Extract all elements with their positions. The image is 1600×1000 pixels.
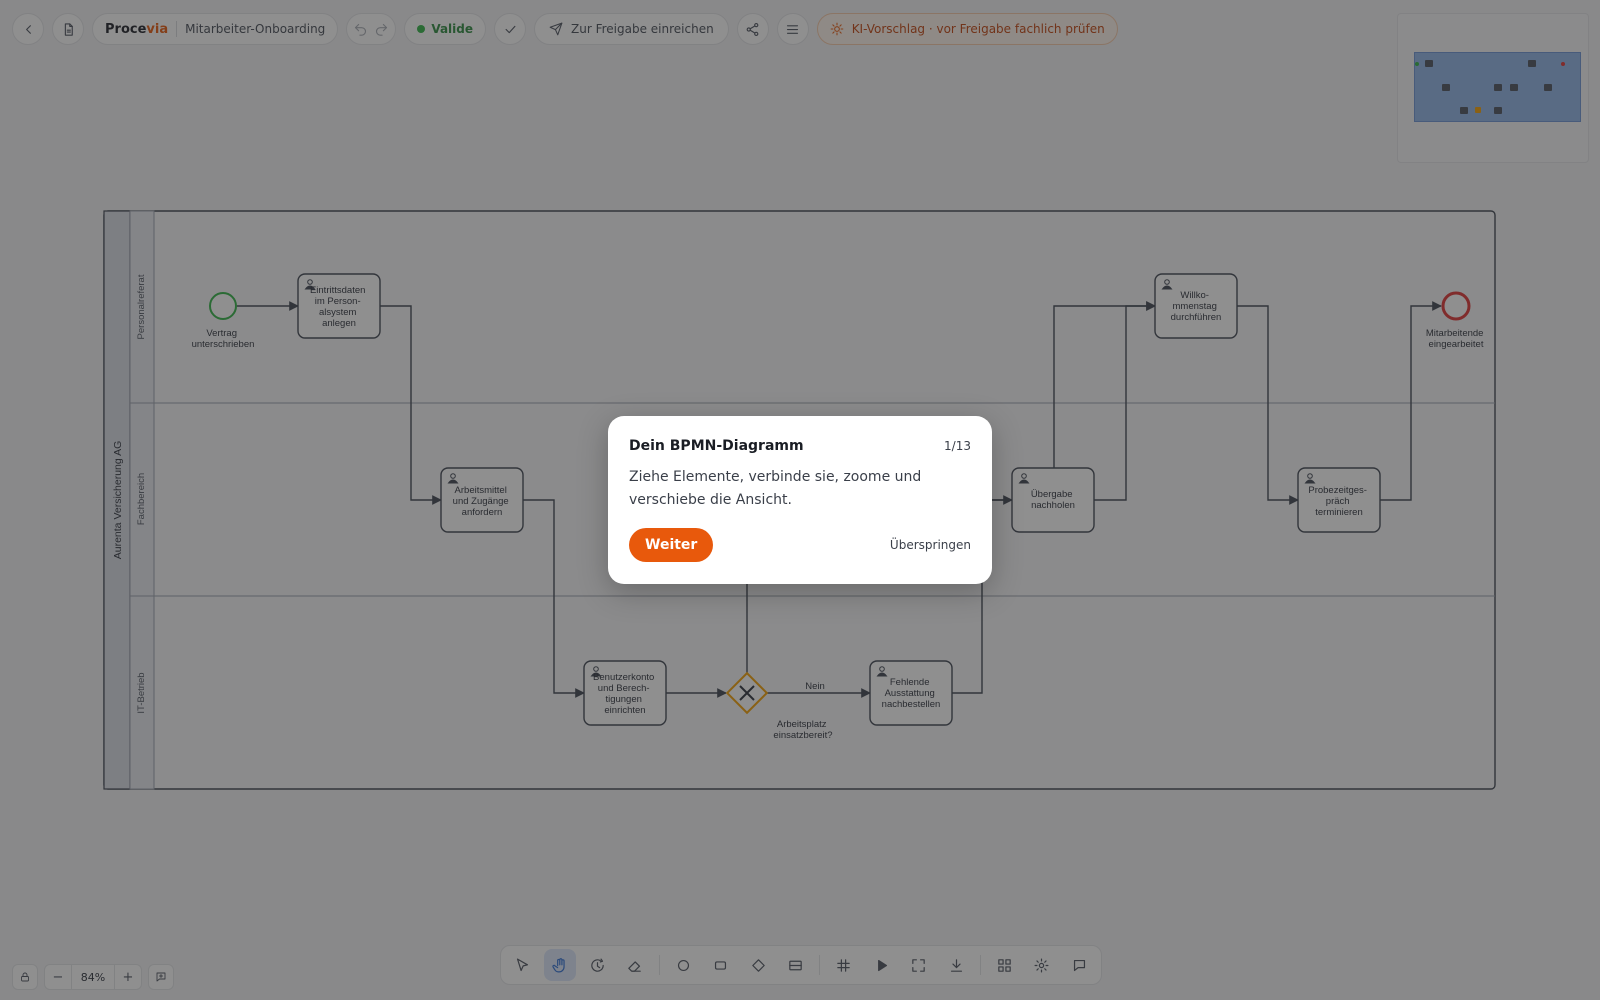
task-fehlende-ausstattung[interactable]: Fehlende Ausstattung nachbestellen	[869, 660, 953, 726]
zoom-group: − 84% +	[44, 964, 142, 990]
gateway-tool[interactable]	[742, 949, 773, 981]
chevron-left-icon	[25, 24, 31, 34]
undo-icon[interactable]	[353, 22, 368, 37]
task-arbeitsmittel[interactable]: Arbeitsmittel und Zugänge anfordern	[440, 467, 524, 533]
top-toolbar: Procevia Mitarbeiter-Onboarding Valide Z…	[12, 13, 1118, 45]
comment-icon	[1073, 959, 1085, 971]
sun-icon	[830, 22, 844, 36]
download-icon	[950, 958, 962, 972]
lane-tool[interactable]	[780, 949, 811, 981]
tool-palette	[500, 945, 1102, 985]
skip-button[interactable]: Überspringen	[890, 538, 971, 552]
simulate-button[interactable]	[866, 949, 897, 981]
task-benutzerkonto[interactable]: Benutzerkonto und Berech- tigungen einri…	[583, 660, 667, 726]
hand-tool[interactable]	[544, 949, 576, 981]
onboarding-tour-dialog: Dein BPMN-Diagramm 1/13 Ziehe Elemente, …	[608, 416, 992, 584]
lasso-icon	[591, 958, 604, 972]
redo-icon[interactable]	[374, 22, 389, 37]
svg-text:Fehlende Ausstattung: Fehlende Ausstattung nachbestellen	[882, 677, 941, 710]
start-event[interactable]	[209, 292, 237, 320]
circle-icon	[677, 959, 689, 971]
end-event[interactable]	[1441, 291, 1471, 321]
export-button[interactable]	[940, 949, 971, 981]
share-button[interactable]	[736, 13, 769, 45]
grid-toggle[interactable]	[828, 949, 859, 981]
comments-button[interactable]	[1064, 949, 1095, 981]
validation-status[interactable]: Valide	[404, 13, 486, 45]
gear-icon	[1034, 958, 1049, 972]
document-button[interactable]	[52, 13, 84, 45]
lane-label-it-betrieb: IT-Betrieb	[136, 672, 147, 713]
menu-icon	[787, 24, 799, 34]
fullscreen-icon	[912, 958, 926, 972]
rectangle-icon	[715, 960, 727, 970]
zoom-out-button[interactable]: −	[45, 965, 71, 989]
lock-button[interactable]	[12, 964, 38, 990]
lock-icon	[21, 972, 29, 982]
undo-redo-group	[346, 13, 397, 45]
lane-icon	[789, 960, 802, 970]
tour-body: Ziehe Elemente, verbinde sie, zoome und …	[629, 469, 922, 508]
share-icon	[746, 22, 759, 36]
hand-icon	[551, 957, 565, 972]
task-eintrittsdaten[interactable]: Eintrittsdaten im Person- alsystem anleg…	[297, 273, 381, 339]
menu-button[interactable]	[776, 13, 809, 45]
eraser-icon	[628, 960, 642, 972]
submit-for-approval-button[interactable]: Zur Freigabe einreichen	[534, 13, 729, 45]
send-icon	[549, 22, 563, 36]
brand-logo: Procevia	[105, 21, 169, 37]
next-button[interactable]: Weiter	[629, 528, 714, 562]
ai-suggestion-badge[interactable]: KI-Vorschlag · vor Freigabe fachlich prü…	[816, 13, 1118, 45]
task-probezeitgespraech[interactable]: Probezeitges- präch terminieren	[1297, 467, 1381, 533]
pool-label: Aurenta Versicherung AG	[112, 441, 124, 560]
back-button[interactable]	[12, 13, 44, 45]
gateway-label: Arbeitsplatz einsatzbereit?	[773, 719, 832, 741]
task-tool[interactable]	[705, 949, 736, 981]
diamond-icon	[751, 958, 765, 972]
lasso-tool[interactable]	[582, 949, 613, 981]
flow-label-no: Nein	[805, 681, 825, 692]
play-icon	[877, 959, 887, 971]
tour-step-counter: 1/13	[944, 439, 971, 453]
end-event-label: Mitarbeitende eingearbeitet	[1426, 328, 1486, 350]
minimap[interactable]	[1397, 13, 1589, 163]
validate-button[interactable]	[494, 13, 526, 45]
document-name[interactable]: Mitarbeiter-Onboarding	[185, 22, 325, 36]
brand-title-pill: Procevia Mitarbeiter-Onboarding	[92, 13, 339, 45]
fit-view-button[interactable]	[903, 949, 934, 981]
svg-text:Übergabe nachholen: Übergabe nachholen	[1031, 489, 1075, 511]
event-tool[interactable]	[668, 949, 699, 981]
task-uebergabe[interactable]: Übergabe nachholen	[1011, 467, 1095, 533]
tour-title: Dein BPMN-Diagramm	[629, 438, 804, 454]
lane-label-personalreferat: Personalreferat	[136, 274, 147, 339]
task-willkommenstag[interactable]: Willko- mmenstag durchführen	[1154, 273, 1238, 339]
select-tool[interactable]	[507, 949, 538, 981]
zoom-controls: − 84% +	[12, 964, 174, 990]
layout-button[interactable]	[989, 949, 1020, 981]
lane-label-fachbereich: Fachbereich	[136, 473, 147, 525]
cursor-icon	[517, 958, 529, 971]
document-icon	[64, 22, 73, 36]
eraser-tool[interactable]	[619, 949, 650, 981]
apps-icon	[998, 958, 1011, 972]
grid-icon	[837, 958, 851, 972]
settings-button[interactable]	[1026, 949, 1057, 981]
status-dot	[417, 25, 426, 33]
check-icon	[505, 25, 515, 33]
add-comment-button[interactable]	[148, 964, 174, 990]
comment-plus-icon	[156, 972, 166, 982]
zoom-in-button[interactable]: +	[115, 965, 141, 989]
zoom-level[interactable]: 84%	[71, 965, 115, 989]
